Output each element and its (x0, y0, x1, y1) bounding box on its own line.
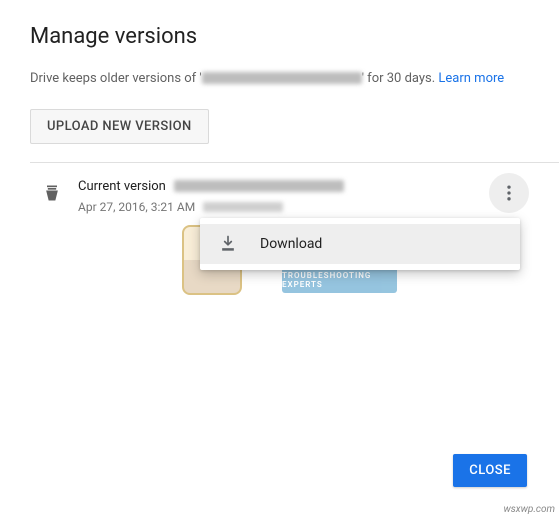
upload-new-version-button[interactable]: UPLOAD NEW VERSION (30, 109, 209, 144)
dialog-subtitle: Drive keeps older versions of ' ' for 30 … (30, 69, 529, 89)
redacted-version-name (174, 180, 344, 192)
redacted-filename (202, 72, 362, 84)
watermark-tagline: TROUBLESHOOTING EXPERTS (282, 267, 397, 293)
current-version-label: Current version (78, 179, 166, 194)
version-body: Current version Apr 27, 2016, 3:21 AM (78, 179, 529, 214)
manage-versions-dialog: Manage versions Drive keeps older versio… (0, 0, 559, 214)
more-vert-icon (499, 183, 519, 203)
file-icon (42, 183, 62, 203)
context-menu: Download (200, 218, 520, 270)
dialog-title: Manage versions (30, 24, 529, 49)
learn-more-link[interactable]: Learn more (438, 71, 504, 86)
version-timestamp: Apr 27, 2016, 3:21 AM (78, 200, 195, 214)
close-button[interactable]: CLOSE (453, 454, 527, 487)
version-line2: Apr 27, 2016, 3:21 AM (78, 200, 529, 214)
menu-item-download[interactable]: Download (200, 224, 520, 264)
subtitle-suffix: ' for 30 days. (362, 71, 439, 86)
subtitle-prefix: Drive keeps older versions of ' (30, 71, 202, 86)
menu-label-download: Download (260, 236, 322, 252)
version-line1: Current version (78, 179, 529, 194)
more-options-button[interactable] (489, 173, 529, 213)
version-row: Current version Apr 27, 2016, 3:21 AM (30, 163, 529, 214)
download-icon (218, 234, 238, 254)
attribution: wsxwp.com (503, 504, 555, 515)
redacted-author (203, 202, 283, 212)
